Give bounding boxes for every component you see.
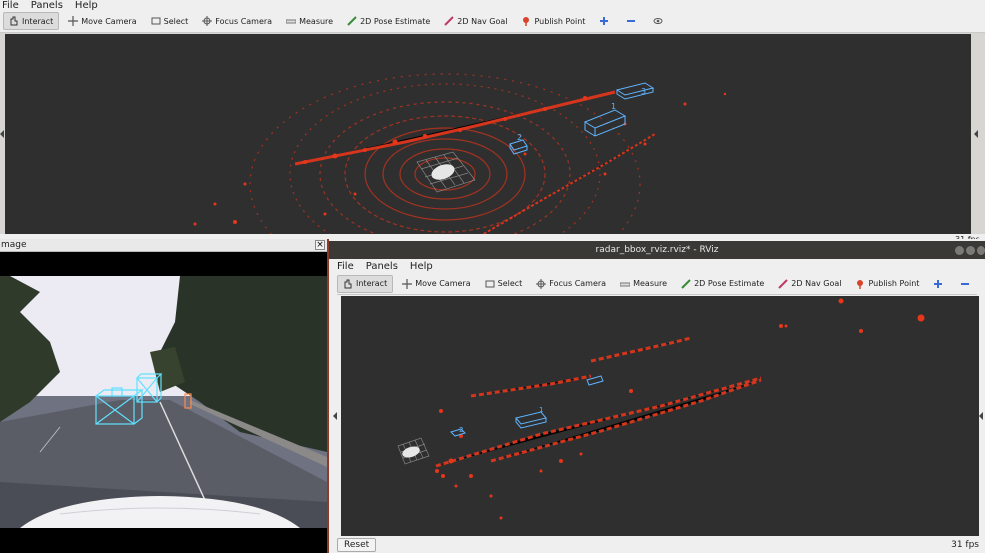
window-minimize-button[interactable] bbox=[955, 246, 964, 255]
image-panel-title: mage bbox=[1, 240, 27, 250]
close-icon: × bbox=[316, 240, 324, 250]
bottom-3d-viewport[interactable]: 1 2 bbox=[341, 296, 979, 536]
top-right-collapse-arrow[interactable] bbox=[974, 130, 978, 138]
move-camera-icon bbox=[68, 16, 79, 26]
top-tool-select[interactable]: Select bbox=[146, 12, 194, 30]
menu-file[interactable]: File bbox=[337, 261, 354, 272]
bottom-right-collapse-arrow[interactable] bbox=[979, 412, 983, 420]
plus-icon bbox=[933, 279, 943, 289]
camera-scene bbox=[0, 276, 327, 528]
window-close-button[interactable] bbox=[977, 246, 985, 255]
top-tool-pose-estimate[interactable]: 2D Pose Estimate bbox=[342, 12, 435, 30]
minus-icon bbox=[960, 279, 970, 289]
menu-help[interactable]: Help bbox=[410, 261, 433, 272]
top-menubar: File Panels Help bbox=[0, 0, 985, 11]
menu-help[interactable]: Help bbox=[75, 0, 98, 11]
select-icon bbox=[485, 279, 495, 289]
bottom-tool-nav-goal[interactable]: 2D Nav Goal bbox=[773, 275, 846, 293]
bottom-tool-move-camera[interactable]: Move Camera bbox=[397, 275, 475, 293]
top-tool-interact[interactable]: Interact bbox=[3, 12, 60, 30]
measure-icon bbox=[619, 279, 631, 289]
image-panel-titlebar: mage bbox=[0, 239, 327, 252]
top-view-menu-button[interactable] bbox=[648, 12, 671, 30]
bottom-box-label-2: 2 bbox=[459, 426, 463, 434]
top-box-label-2a: 2 bbox=[517, 133, 522, 142]
interact-icon bbox=[343, 279, 353, 289]
menu-panels[interactable]: Panels bbox=[31, 0, 63, 11]
bottom-box-label-1: 1 bbox=[539, 406, 543, 414]
interact-icon bbox=[9, 16, 19, 26]
bottom-add-tool-button[interactable] bbox=[928, 275, 951, 293]
bottom-radar-scene: 1 2 bbox=[397, 298, 925, 520]
top-add-tool-button[interactable] bbox=[594, 12, 617, 30]
focus-camera-icon bbox=[536, 278, 547, 289]
nav-goal-icon bbox=[444, 16, 455, 26]
plus-icon bbox=[599, 16, 609, 26]
eye-icon bbox=[653, 16, 663, 26]
camera-image bbox=[0, 252, 327, 553]
bottom-tool-select[interactable]: Select bbox=[480, 275, 528, 293]
bottom-window-title: radar_bbox_rviz.rviz* - RViz bbox=[595, 245, 719, 255]
menu-panels[interactable]: Panels bbox=[366, 261, 398, 272]
bottom-tool-measure[interactable]: Measure bbox=[615, 275, 672, 293]
bottom-tool-interact[interactable]: Interact bbox=[337, 274, 394, 293]
top-box-label-1: 1 bbox=[611, 102, 616, 111]
move-camera-icon bbox=[402, 278, 413, 289]
bottom-toolbar: Interact Move Camera Select Focus Camera… bbox=[337, 273, 977, 295]
publish-point-icon bbox=[855, 279, 865, 289]
bottom-remove-tool-button[interactable] bbox=[955, 275, 978, 293]
top-3d-viewport[interactable]: 2 1 3 bbox=[5, 34, 971, 234]
bottom-tool-publish-point[interactable]: Publish Point bbox=[850, 275, 924, 293]
ego-vehicle-model bbox=[431, 164, 455, 180]
pose-estimate-icon bbox=[681, 278, 691, 289]
bottom-fps: 31 fps bbox=[951, 540, 979, 550]
bottom-tool-focus-camera[interactable]: Focus Camera bbox=[531, 275, 611, 293]
top-tool-measure[interactable]: Measure bbox=[281, 12, 338, 30]
measure-icon bbox=[285, 16, 297, 26]
top-left-collapse-arrow[interactable] bbox=[0, 130, 4, 138]
select-icon bbox=[151, 16, 161, 26]
bottom-statusbar: Reset 31 fps bbox=[333, 537, 983, 553]
top-pointcloud-scene: 2 1 3 bbox=[193, 73, 727, 234]
reset-button[interactable]: Reset bbox=[337, 538, 377, 552]
bottom-left-collapse-arrow[interactable] bbox=[333, 412, 337, 420]
bottom-menubar: File Panels Help bbox=[337, 260, 977, 272]
bottom-titlebar[interactable]: radar_bbox_rviz.rviz* - RViz bbox=[329, 241, 985, 259]
top-toolbar: Interact Move Camera Select Focus Camera… bbox=[0, 10, 985, 33]
top-tool-move-camera[interactable]: Move Camera bbox=[63, 12, 141, 30]
top-remove-tool-button[interactable] bbox=[621, 12, 644, 30]
focus-camera-icon bbox=[202, 16, 213, 26]
top-tool-nav-goal[interactable]: 2D Nav Goal bbox=[439, 12, 512, 30]
menu-file[interactable]: File bbox=[2, 0, 19, 11]
nav-goal-icon bbox=[778, 278, 789, 289]
bottom-tool-pose-estimate[interactable]: 2D Pose Estimate bbox=[676, 275, 769, 293]
window-maximize-button[interactable] bbox=[966, 246, 975, 255]
publish-point-icon bbox=[521, 16, 531, 26]
minus-icon bbox=[626, 16, 636, 26]
pose-estimate-icon bbox=[347, 16, 357, 26]
top-tool-focus-camera[interactable]: Focus Camera bbox=[197, 12, 277, 30]
image-panel-close-button[interactable]: × bbox=[315, 240, 325, 250]
top-tool-publish-point[interactable]: Publish Point bbox=[516, 12, 590, 30]
top-box-label-3: 3 bbox=[641, 87, 646, 96]
